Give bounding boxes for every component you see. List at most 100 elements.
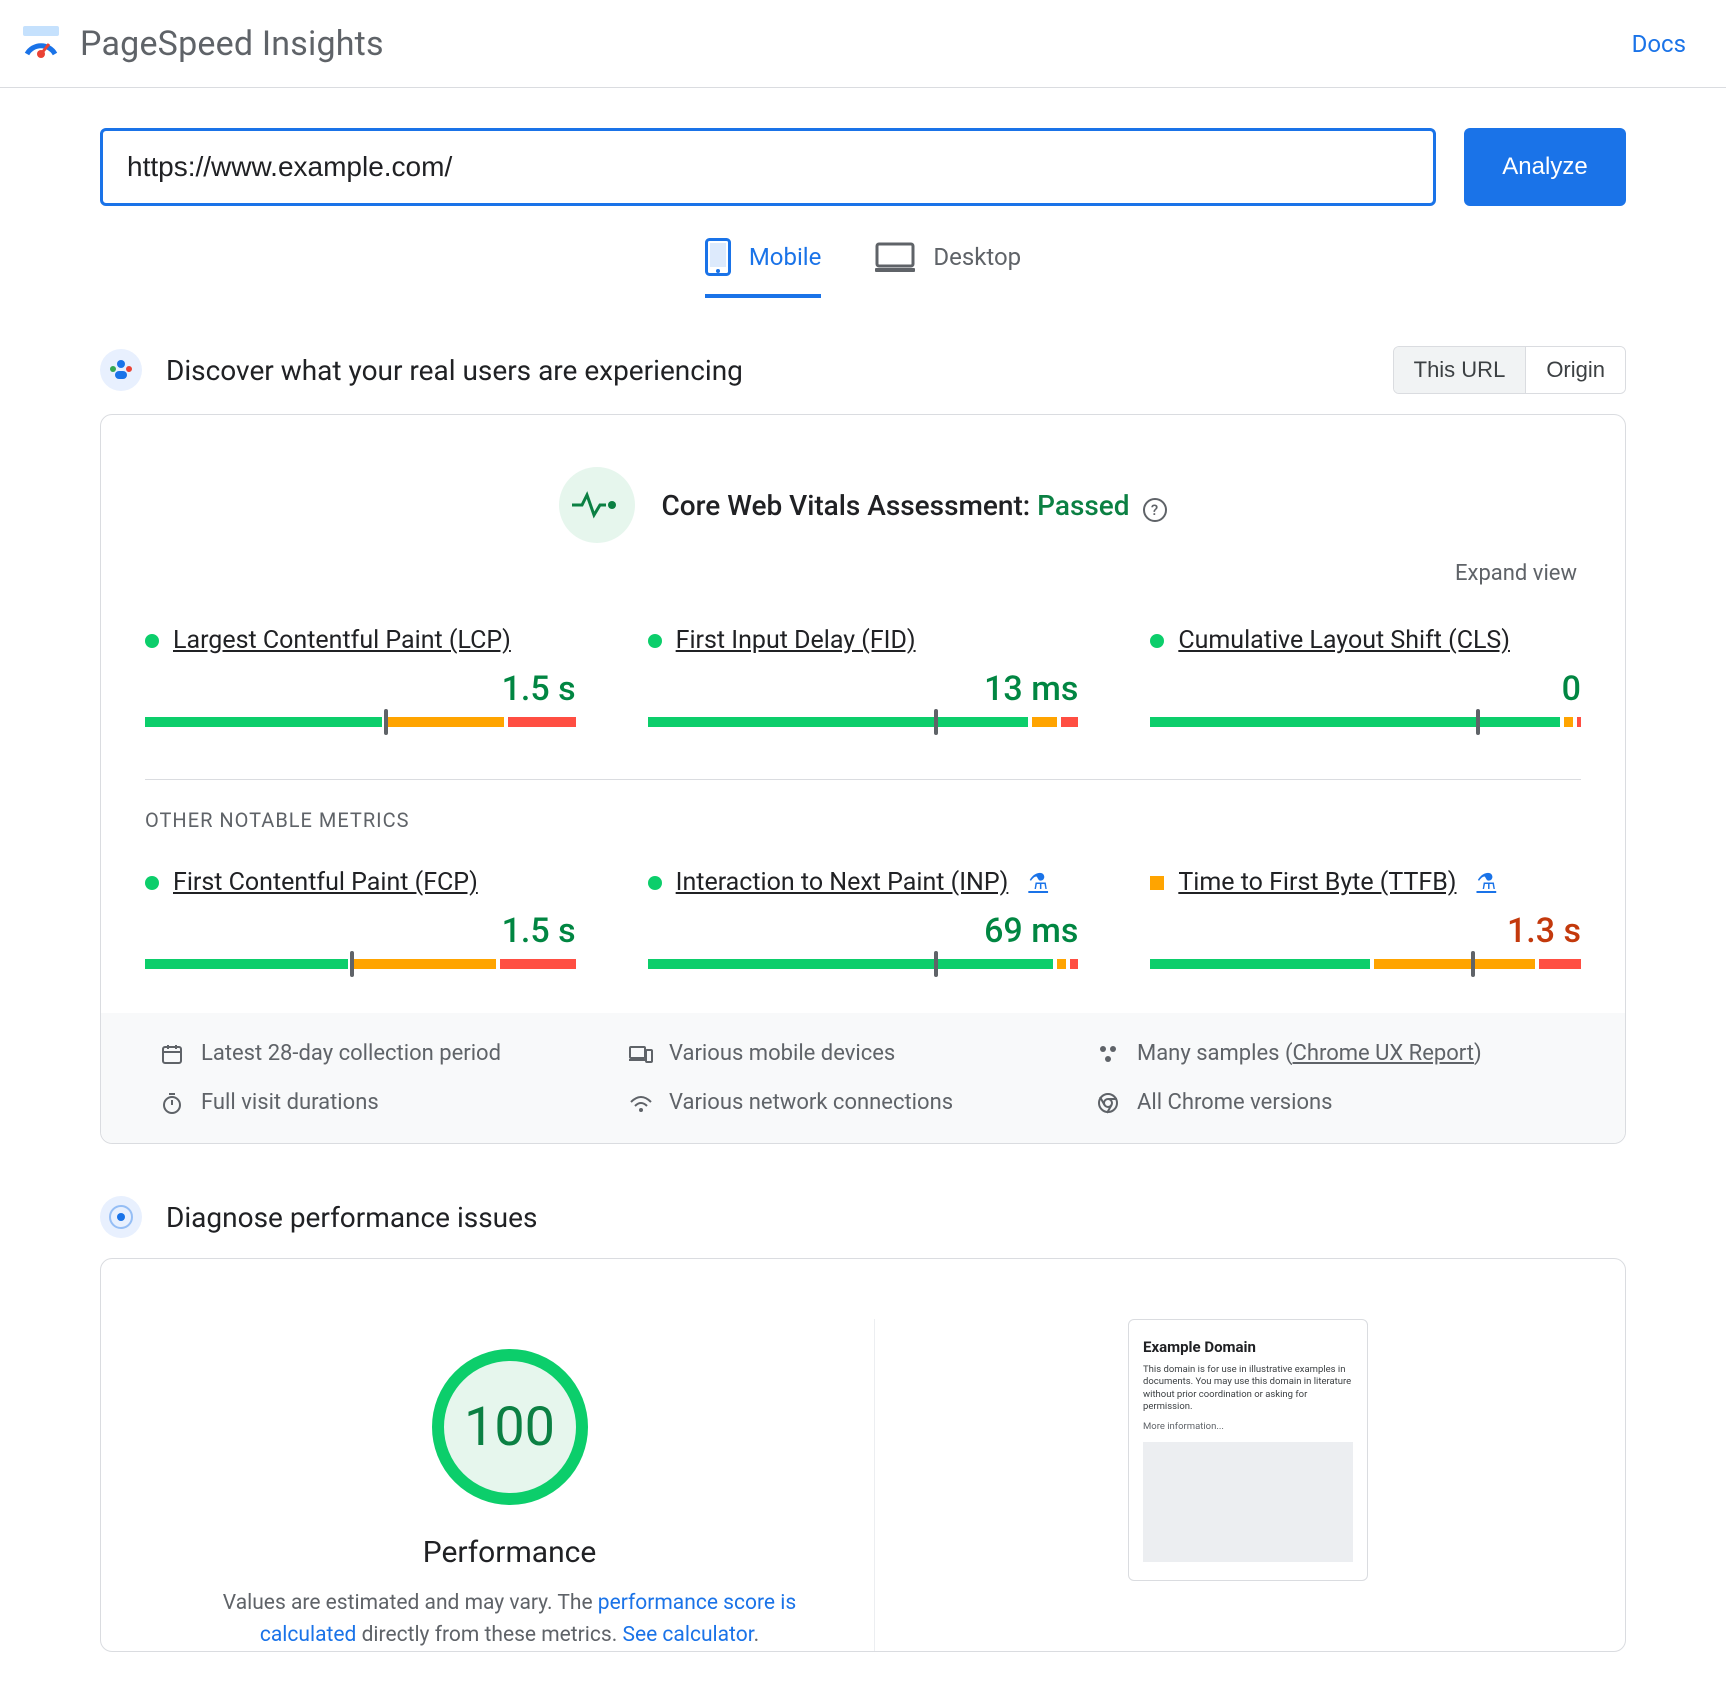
performance-gauge-column: 100 Performance Values are estimated and…: [145, 1319, 875, 1651]
metric-card: First Input Delay (FID) 13 ms: [648, 626, 1079, 727]
info-chrome: All Chrome versions: [1097, 1090, 1565, 1115]
info-devices: Various mobile devices: [629, 1041, 1097, 1066]
distribution-marker: [384, 709, 388, 735]
chrome-icon: [1097, 1092, 1121, 1114]
scope-segmented-control: This URL Origin: [1393, 346, 1626, 394]
other-metrics-label: OTHER NOTABLE METRICS: [145, 808, 1581, 868]
performance-label: Performance: [423, 1505, 597, 1570]
metric-name-link[interactable]: Time to First Byte (TTFB): [1178, 868, 1456, 897]
performance-score: 100: [464, 1396, 555, 1459]
metric-distribution-bar: [145, 959, 576, 969]
metric-name-link[interactable]: First Input Delay (FID): [676, 626, 916, 655]
metric-value: 1.5 s: [145, 655, 576, 717]
performance-description: Values are estimated and may vary. The p…: [200, 1570, 820, 1651]
metric-name-link[interactable]: Largest Contentful Paint (LCP): [173, 626, 511, 655]
metric-value: 69 ms: [648, 897, 1079, 959]
mobile-icon: [705, 238, 731, 276]
metric-value: 13 ms: [648, 655, 1079, 717]
crux-link[interactable]: Chrome UX Report: [1293, 1041, 1474, 1066]
app-title: PageSpeed Insights: [80, 24, 384, 64]
page-screenshot-thumbnail: Example Domain This domain is for use in…: [1128, 1319, 1368, 1581]
metric-name-link[interactable]: Cumulative Layout Shift (CLS): [1178, 626, 1510, 655]
metric-distribution-bar: [145, 717, 576, 727]
tab-desktop[interactable]: Desktop: [875, 238, 1021, 298]
metric-card: Interaction to Next Paint (INP) ⚗ 69 ms: [648, 868, 1079, 969]
metric-distribution-bar: [648, 717, 1079, 727]
cwv-assessment-row: Core Web Vitals Assessment: Passed ?: [145, 467, 1581, 543]
status-square-icon: [1150, 876, 1164, 890]
lab-section-title: Diagnose performance issues: [166, 1201, 537, 1234]
cwv-assessment-status: Passed: [1037, 489, 1129, 522]
thumb-body: This domain is for use in illustrative e…: [1143, 1364, 1353, 1413]
diagnose-icon: [100, 1196, 142, 1238]
distribution-marker: [934, 951, 938, 977]
metrics-divider: [145, 779, 1581, 780]
devices-icon: [629, 1044, 653, 1064]
field-data-footer: Latest 28-day collection period Various …: [101, 1013, 1625, 1143]
vitals-pulse-icon: [559, 467, 635, 543]
distribution-marker: [350, 951, 354, 977]
status-dot-icon: [145, 634, 159, 648]
thumb-title: Example Domain: [1143, 1338, 1353, 1356]
device-tabs: Mobile Desktop: [0, 232, 1726, 322]
pagespeed-logo-icon: [20, 23, 62, 65]
desktop-icon: [875, 242, 915, 272]
info-chrome-text: All Chrome versions: [1137, 1090, 1333, 1115]
status-dot-icon: [648, 634, 662, 648]
performance-gauge: 100: [432, 1349, 588, 1505]
lab-section-header: Diagnose performance issues: [100, 1144, 1626, 1258]
url-input[interactable]: [100, 128, 1436, 206]
status-dot-icon: [145, 876, 159, 890]
metric-distribution-bar: [1150, 959, 1581, 969]
metric-card: Largest Contentful Paint (LCP) 1.5 s: [145, 626, 576, 727]
tab-desktop-label: Desktop: [933, 243, 1021, 271]
info-networks-text: Various network connections: [669, 1090, 953, 1115]
analyze-button[interactable]: Analyze: [1464, 128, 1626, 206]
stopwatch-icon: [161, 1092, 185, 1114]
metric-name-link[interactable]: First Contentful Paint (FCP): [173, 868, 478, 897]
metric-name-link[interactable]: Interaction to Next Paint (INP): [676, 868, 1009, 897]
info-period-text: Latest 28-day collection period: [201, 1041, 501, 1066]
field-section-title: Discover what your real users are experi…: [166, 354, 743, 387]
network-icon: [629, 1094, 653, 1112]
metric-distribution-bar: [648, 959, 1079, 969]
screenshot-column: Example Domain This domain is for use in…: [915, 1319, 1581, 1651]
thumb-more: More information...: [1143, 1421, 1353, 1432]
experimental-flask-icon: ⚗: [1476, 870, 1496, 895]
lab-data-card: 100 Performance Values are estimated and…: [100, 1258, 1626, 1652]
info-samples-text: Many samples (Chrome UX Report): [1137, 1041, 1482, 1066]
info-durations: Full visit durations: [161, 1090, 629, 1115]
primary-metrics-grid: Largest Contentful Paint (LCP) 1.5 s Fir…: [145, 626, 1581, 727]
docs-link[interactable]: Docs: [1632, 30, 1686, 58]
distribution-marker: [934, 709, 938, 735]
info-devices-text: Various mobile devices: [669, 1041, 895, 1066]
info-networks: Various network connections: [629, 1090, 1097, 1115]
expand-view-link[interactable]: Expand view: [1455, 561, 1577, 586]
experimental-flask-icon: ⚗: [1028, 870, 1048, 895]
status-dot-icon: [1150, 634, 1164, 648]
url-row: Analyze: [0, 88, 1726, 232]
users-icon: [100, 349, 142, 391]
metric-value: 1.5 s: [145, 897, 576, 959]
samples-icon: [1097, 1043, 1121, 1065]
scope-origin-button[interactable]: Origin: [1525, 347, 1625, 393]
distribution-marker: [1476, 709, 1480, 735]
metric-card: Time to First Byte (TTFB) ⚗ 1.3 s: [1150, 868, 1581, 969]
secondary-metrics-grid: First Contentful Paint (FCP) 1.5 s Inter…: [145, 868, 1581, 969]
distribution-marker: [1471, 951, 1475, 977]
cwv-assessment-prefix: Core Web Vitals Assessment:: [661, 489, 1037, 522]
calendar-icon: [161, 1043, 185, 1065]
metric-card: First Contentful Paint (FCP) 1.5 s: [145, 868, 576, 969]
scope-this-url-button[interactable]: This URL: [1394, 347, 1526, 393]
info-durations-text: Full visit durations: [201, 1090, 379, 1115]
tab-mobile-label: Mobile: [749, 243, 822, 271]
tab-mobile[interactable]: Mobile: [705, 238, 822, 298]
metric-value: 0: [1150, 655, 1581, 717]
metric-card: Cumulative Layout Shift (CLS) 0: [1150, 626, 1581, 727]
field-data-card: Core Web Vitals Assessment: Passed ? Exp…: [100, 414, 1626, 1144]
info-collection-period: Latest 28-day collection period: [161, 1041, 629, 1066]
thumb-placeholder: [1143, 1442, 1353, 1562]
see-calculator-link[interactable]: See calculator: [622, 1623, 753, 1647]
logo-wrap: PageSpeed Insights: [20, 23, 384, 65]
help-icon[interactable]: ?: [1143, 498, 1167, 522]
